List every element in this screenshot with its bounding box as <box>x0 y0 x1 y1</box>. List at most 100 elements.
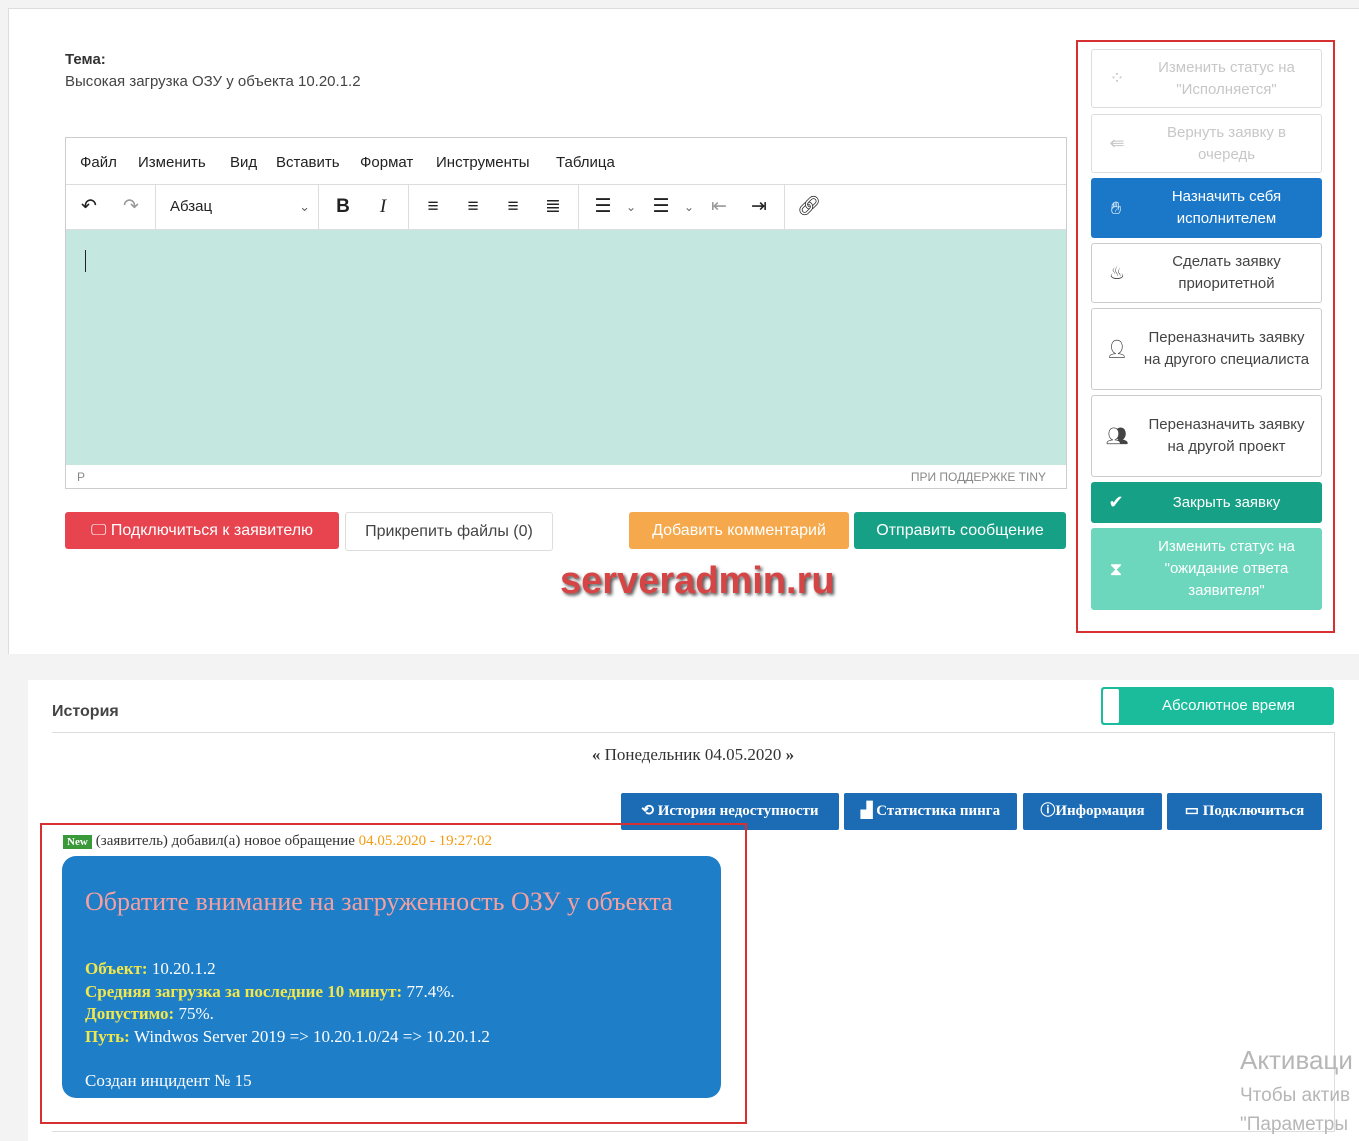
path-value: Windwos Server 2019 => 10.20.1.0/24 => 1… <box>133 1026 490 1046</box>
absolute-time-toggle[interactable]: Абсолютное время <box>1101 687 1334 725</box>
ping-stats-button[interactable]: ▟ Статистика пинга <box>844 793 1017 830</box>
send-message-button[interactable]: Отправить сообщение <box>854 512 1066 549</box>
info-icon: ⓘ <box>1040 803 1056 819</box>
align-justify-icon[interactable]: ≣ <box>538 193 568 221</box>
link-icon[interactable]: 🔗︎ <box>794 193 824 221</box>
bullet-list-icon[interactable]: ☰ <box>588 193 618 221</box>
undo-icon[interactable]: ↶ <box>74 193 104 221</box>
prev-day-link[interactable]: « <box>592 745 601 764</box>
side-label: Изменить статус на "Исполняется" <box>1158 58 1295 98</box>
path-label: Путь: <box>85 1026 130 1046</box>
close-ticket-button[interactable]: ✔ Закрыть заявку <box>1091 482 1322 523</box>
chevron-down-icon[interactable]: ⌄ <box>616 193 646 221</box>
bold-icon[interactable]: B <box>328 193 358 221</box>
assign-self-button[interactable]: ✋︎ Назначить себя исполнителем <box>1091 178 1322 238</box>
block-format-value: Абзац <box>170 198 213 215</box>
chevron-down-icon: ⌄ <box>299 199 310 214</box>
redo-icon[interactable]: ↷ <box>116 193 146 221</box>
object-value: 10.20.1.2 <box>151 959 216 978</box>
divider <box>52 732 1335 733</box>
powered-by-tiny[interactable]: ПРИ ПОДДЕРЖКЕ TINY <box>911 470 1046 484</box>
menu-tools[interactable]: Инструменты <box>436 154 530 171</box>
history-icon: ⟲ <box>641 803 658 819</box>
divider <box>52 1131 1335 1132</box>
side-label: Переназначить заявку на другого специали… <box>1143 329 1310 368</box>
make-priority-button[interactable]: ♨ Сделать заявку приоритетной <box>1091 243 1322 303</box>
reply-all-icon: ⇚ <box>1109 133 1125 153</box>
connect-button[interactable]: ▭ Подключиться <box>1167 793 1322 830</box>
btn-label: История недоступности <box>657 803 819 819</box>
fire-icon: ♨ <box>1108 262 1126 283</box>
hand-icon: ✋︎ <box>1110 197 1122 218</box>
text-cursor <box>85 250 86 272</box>
subject-label: Тема: <box>65 51 106 68</box>
menu-view[interactable]: Вид <box>230 154 257 171</box>
toolbar-separator <box>408 185 409 229</box>
indent-icon[interactable]: ⇥ <box>744 193 774 221</box>
side-label: Закрыть заявку <box>1172 493 1281 511</box>
connect-to-requester-button[interactable]: 🖵︎ Подключиться к заявителю <box>65 512 339 549</box>
menu-format[interactable]: Формат <box>360 154 413 171</box>
side-label: Переназначить заявку на другой проект <box>1148 416 1305 455</box>
monitor-icon: 🖵︎ <box>90 522 111 539</box>
menu-insert[interactable]: Вставить <box>276 154 340 171</box>
new-badge: New <box>63 835 92 849</box>
object-label: Объект: <box>85 959 148 978</box>
element-path[interactable]: P <box>77 470 85 484</box>
date-navigator: « Понедельник 04.05.2020 » <box>0 745 1359 765</box>
next-day-link[interactable]: » <box>786 745 795 764</box>
event-header: New (заявитель) добавил(а) новое обращени… <box>63 833 492 850</box>
incident-created-text: Создан инцидент № 15 <box>85 1071 252 1090</box>
attach-files-button[interactable]: Прикрепить файлы (0) <box>345 512 553 551</box>
numbered-list-icon[interactable]: ☰ <box>646 193 676 221</box>
toolbar-separator <box>578 185 579 229</box>
connect-label: Подключиться к заявителю <box>110 522 314 539</box>
menu-edit[interactable]: Изменить <box>138 154 206 171</box>
toggle-label: Абсолютное время <box>1162 697 1295 714</box>
windows-activation-title: Активаци <box>1240 1045 1353 1075</box>
toolbar-separator <box>784 185 785 229</box>
info-button[interactable]: ⓘИнформация <box>1023 793 1162 830</box>
monitor-icon: ▭ <box>1184 803 1203 819</box>
btn-label: Информация <box>1055 803 1145 819</box>
history-title: История <box>52 703 119 720</box>
chevron-down-icon[interactable]: ⌄ <box>674 193 704 221</box>
align-right-icon[interactable]: ≡ <box>498 193 528 221</box>
side-label: Сделать заявку приоритетной <box>1172 253 1281 292</box>
subject-text: Высокая загрузка ОЗУ у объекта 10.20.1.2 <box>65 73 361 90</box>
area-chart-icon: ▟ <box>860 803 877 819</box>
reassign-specialist-button[interactable]: 👤︎ Переназначить заявку на другого специ… <box>1091 308 1322 390</box>
return-to-queue-button[interactable]: ⇚ Вернуть заявку в очередь <box>1091 114 1322 173</box>
add-comment-button[interactable]: Добавить комментарий <box>629 512 849 549</box>
rich-text-editor: Файл Изменить Вид Вставить Формат Инстру… <box>65 137 1067 489</box>
allowed-value: 75%. <box>178 1004 214 1023</box>
user-icon: 👤︎ <box>1105 338 1129 359</box>
italic-icon[interactable]: I <box>368 193 398 221</box>
btn-label: Статистика пинга <box>876 803 1001 819</box>
reassign-project-button[interactable]: 👥︎ Переназначить заявку на другой проект <box>1091 395 1322 477</box>
set-status-awaiting-reply-button[interactable]: ⧗ Изменить статус на "ожидание ответа за… <box>1091 528 1322 610</box>
site-watermark: serveradmin.ru <box>560 560 835 602</box>
spinner-icon: ⁘ <box>1109 68 1125 88</box>
block-format-select[interactable]: Абзац ⌄ <box>156 193 320 221</box>
allowed-label: Допустимо: <box>85 1004 175 1023</box>
event-message: Обратите внимание на загруженность ОЗУ у… <box>62 856 721 1098</box>
side-label: Вернуть заявку в очередь <box>1166 123 1286 163</box>
editor-content-area[interactable] <box>66 230 1066 465</box>
align-left-icon[interactable]: ≡ <box>418 193 448 221</box>
menu-file[interactable]: Файл <box>80 154 117 171</box>
event-author-text: (заявитель) добавил(а) новое обращение <box>95 833 355 849</box>
editor-menubar: Файл Изменить Вид Вставить Формат Инстру… <box>66 138 1066 185</box>
activation-line: "Параметры <box>1240 1114 1349 1135</box>
outdent-icon[interactable]: ⇤ <box>704 193 734 221</box>
menu-table[interactable]: Таблица <box>556 154 615 171</box>
side-label: Изменить статус на "ожидание ответа заяв… <box>1158 538 1295 599</box>
avg-load-label: Средняя загрузка за последние 10 минут: <box>85 981 403 1001</box>
align-center-icon[interactable]: ≡ <box>458 193 488 221</box>
avg-load-value: 77.4%. <box>406 981 455 1001</box>
set-status-in-progress-button[interactable]: ⁘ Изменить статус на "Исполняется" <box>1091 49 1322 108</box>
windows-activation-text: Чтобы актив "Параметры <box>1240 1081 1350 1139</box>
event-details: Объект: 10.20.1.2 Средняя загрузка за по… <box>85 958 490 1048</box>
editor-toolbar: ↶ ↷ Абзац ⌄ B I ≡ ≡ ≡ ≣ ☰ ⌄ ☰ ⌄ ⇤ ⇥ 🔗︎ <box>66 185 1066 230</box>
editor-statusbar: P ПРИ ПОДДЕРЖКЕ TINY <box>66 467 1066 488</box>
